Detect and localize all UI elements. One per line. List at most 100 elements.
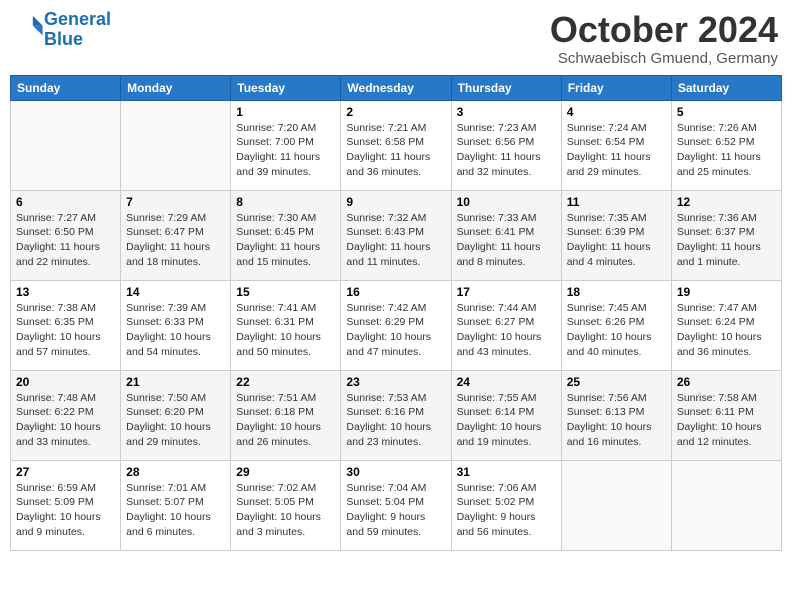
calendar-body: 1 Sunrise: 7:20 AM Sunset: 7:00 PM Daylig…: [11, 100, 782, 550]
day-number: 12: [677, 195, 776, 209]
day-info: Sunrise: 7:02 AM Sunset: 5:05 PM Dayligh…: [236, 481, 335, 540]
calendar-cell: 19 Sunrise: 7:47 AM Sunset: 6:24 PM Dayli…: [671, 280, 781, 370]
weekday-header: Friday: [561, 75, 671, 100]
location-title: Schwaebisch Gmuend, Germany: [550, 50, 778, 67]
day-number: 4: [567, 105, 666, 119]
calendar-cell: 27Sunrise: 6:59 AM Sunset: 5:09 PM Dayli…: [11, 460, 121, 550]
calendar-cell: 9 Sunrise: 7:32 AM Sunset: 6:43 PM Daylig…: [341, 190, 451, 280]
calendar-cell: 26 Sunrise: 7:58 AM Sunset: 6:11 PM Dayli…: [671, 370, 781, 460]
calendar-cell: [121, 100, 231, 190]
day-info: Sunrise: 7:50 AM Sunset: 6:20 PM Dayligh…: [126, 391, 225, 450]
logo-line1: General: [44, 9, 111, 29]
day-info: Sunrise: 7:26 AM Sunset: 6:52 PM Dayligh…: [677, 121, 776, 180]
calendar-cell: 15Sunrise: 7:41 AM Sunset: 6:31 PM Dayli…: [231, 280, 341, 370]
day-info: Sunrise: 7:01 AM Sunset: 5:07 PM Dayligh…: [126, 481, 225, 540]
day-number: 30: [346, 465, 445, 479]
day-number: 29: [236, 465, 335, 479]
weekday-header: Wednesday: [341, 75, 451, 100]
weekday-row: SundayMondayTuesdayWednesdayThursdayFrid…: [11, 75, 782, 100]
day-number: 19: [677, 285, 776, 299]
calendar-cell: 8 Sunrise: 7:30 AM Sunset: 6:45 PM Daylig…: [231, 190, 341, 280]
day-info: Sunrise: 7:29 AM Sunset: 6:47 PM Dayligh…: [126, 211, 225, 270]
weekday-header: Sunday: [11, 75, 121, 100]
day-number: 1: [236, 105, 335, 119]
day-number: 5: [677, 105, 776, 119]
calendar-cell: 12 Sunrise: 7:36 AM Sunset: 6:37 PM Dayli…: [671, 190, 781, 280]
calendar-cell: 14Sunrise: 7:39 AM Sunset: 6:33 PM Dayli…: [121, 280, 231, 370]
day-number: 14: [126, 285, 225, 299]
day-info: Sunrise: 7:38 AM Sunset: 6:35 PM Dayligh…: [16, 301, 115, 360]
weekday-header: Thursday: [451, 75, 561, 100]
calendar-week: 6 Sunrise: 7:27 AM Sunset: 6:50 PM Daylig…: [11, 190, 782, 280]
day-number: 31: [457, 465, 556, 479]
title-block: October 2024 Schwaebisch Gmuend, Germany: [550, 10, 778, 67]
day-info: Sunrise: 7:56 AM Sunset: 6:13 PM Dayligh…: [567, 391, 666, 450]
calendar-cell: 31 Sunrise: 7:06 AM Sunset: 5:02 PM Dayli…: [451, 460, 561, 550]
calendar-cell: 21 Sunrise: 7:50 AM Sunset: 6:20 PM Dayli…: [121, 370, 231, 460]
weekday-header: Tuesday: [231, 75, 341, 100]
calendar-cell: 28 Sunrise: 7:01 AM Sunset: 5:07 PM Dayli…: [121, 460, 231, 550]
calendar-header: SundayMondayTuesdayWednesdayThursdayFrid…: [11, 75, 782, 100]
day-number: 27: [16, 465, 115, 479]
logo-text: General Blue: [44, 10, 111, 50]
calendar-cell: [561, 460, 671, 550]
logo: General Blue: [14, 10, 111, 50]
calendar-cell: 22 Sunrise: 7:51 AM Sunset: 6:18 PM Dayli…: [231, 370, 341, 460]
day-info: Sunrise: 7:27 AM Sunset: 6:50 PM Dayligh…: [16, 211, 115, 270]
day-number: 28: [126, 465, 225, 479]
day-info: Sunrise: 7:47 AM Sunset: 6:24 PM Dayligh…: [677, 301, 776, 360]
day-info: Sunrise: 7:55 AM Sunset: 6:14 PM Dayligh…: [457, 391, 556, 450]
day-info: Sunrise: 7:53 AM Sunset: 6:16 PM Dayligh…: [346, 391, 445, 450]
day-number: 25: [567, 375, 666, 389]
calendar-cell: 4 Sunrise: 7:24 AM Sunset: 6:54 PM Daylig…: [561, 100, 671, 190]
calendar-cell: [11, 100, 121, 190]
day-info: Sunrise: 7:20 AM Sunset: 7:00 PM Dayligh…: [236, 121, 335, 180]
calendar-cell: 11Sunrise: 7:35 AM Sunset: 6:39 PM Dayli…: [561, 190, 671, 280]
weekday-header: Saturday: [671, 75, 781, 100]
calendar-week: 1 Sunrise: 7:20 AM Sunset: 7:00 PM Daylig…: [11, 100, 782, 190]
calendar-cell: 3 Sunrise: 7:23 AM Sunset: 6:56 PM Daylig…: [451, 100, 561, 190]
day-number: 22: [236, 375, 335, 389]
calendar-cell: 10 Sunrise: 7:33 AM Sunset: 6:41 PM Dayli…: [451, 190, 561, 280]
day-info: Sunrise: 7:33 AM Sunset: 6:41 PM Dayligh…: [457, 211, 556, 270]
calendar-cell: 13Sunrise: 7:38 AM Sunset: 6:35 PM Dayli…: [11, 280, 121, 370]
day-info: Sunrise: 7:21 AM Sunset: 6:58 PM Dayligh…: [346, 121, 445, 180]
day-info: Sunrise: 7:30 AM Sunset: 6:45 PM Dayligh…: [236, 211, 335, 270]
day-number: 11: [567, 195, 666, 209]
day-info: Sunrise: 7:45 AM Sunset: 6:26 PM Dayligh…: [567, 301, 666, 360]
day-number: 7: [126, 195, 225, 209]
calendar-week: 13Sunrise: 7:38 AM Sunset: 6:35 PM Dayli…: [11, 280, 782, 370]
day-number: 6: [16, 195, 115, 209]
calendar-cell: 1 Sunrise: 7:20 AM Sunset: 7:00 PM Daylig…: [231, 100, 341, 190]
day-number: 16: [346, 285, 445, 299]
calendar-cell: 2Sunrise: 7:21 AM Sunset: 6:58 PM Daylig…: [341, 100, 451, 190]
day-number: 9: [346, 195, 445, 209]
day-info: Sunrise: 7:51 AM Sunset: 6:18 PM Dayligh…: [236, 391, 335, 450]
day-info: Sunrise: 7:24 AM Sunset: 6:54 PM Dayligh…: [567, 121, 666, 180]
day-info: Sunrise: 7:42 AM Sunset: 6:29 PM Dayligh…: [346, 301, 445, 360]
day-number: 21: [126, 375, 225, 389]
calendar-cell: 18Sunrise: 7:45 AM Sunset: 6:26 PM Dayli…: [561, 280, 671, 370]
day-number: 20: [16, 375, 115, 389]
calendar-cell: 30 Sunrise: 7:04 AM Sunset: 5:04 PM Dayli…: [341, 460, 451, 550]
day-info: Sunrise: 7:36 AM Sunset: 6:37 PM Dayligh…: [677, 211, 776, 270]
day-number: 26: [677, 375, 776, 389]
calendar-cell: 24Sunrise: 7:55 AM Sunset: 6:14 PM Dayli…: [451, 370, 561, 460]
day-number: 10: [457, 195, 556, 209]
day-info: Sunrise: 7:32 AM Sunset: 6:43 PM Dayligh…: [346, 211, 445, 270]
day-info: Sunrise: 7:06 AM Sunset: 5:02 PM Dayligh…: [457, 481, 556, 540]
calendar-cell: 6 Sunrise: 7:27 AM Sunset: 6:50 PM Daylig…: [11, 190, 121, 280]
day-info: Sunrise: 7:04 AM Sunset: 5:04 PM Dayligh…: [346, 481, 445, 540]
day-info: Sunrise: 7:41 AM Sunset: 6:31 PM Dayligh…: [236, 301, 335, 360]
day-number: 3: [457, 105, 556, 119]
day-number: 8: [236, 195, 335, 209]
logo-icon: [16, 13, 44, 41]
day-info: Sunrise: 7:58 AM Sunset: 6:11 PM Dayligh…: [677, 391, 776, 450]
logo-line2: Blue: [44, 29, 83, 49]
calendar-week: 20Sunrise: 7:48 AM Sunset: 6:22 PM Dayli…: [11, 370, 782, 460]
calendar-cell: 29 Sunrise: 7:02 AM Sunset: 5:05 PM Dayli…: [231, 460, 341, 550]
calendar-cell: 17Sunrise: 7:44 AM Sunset: 6:27 PM Dayli…: [451, 280, 561, 370]
day-info: Sunrise: 7:23 AM Sunset: 6:56 PM Dayligh…: [457, 121, 556, 180]
day-number: 23: [346, 375, 445, 389]
calendar-week: 27Sunrise: 6:59 AM Sunset: 5:09 PM Dayli…: [11, 460, 782, 550]
